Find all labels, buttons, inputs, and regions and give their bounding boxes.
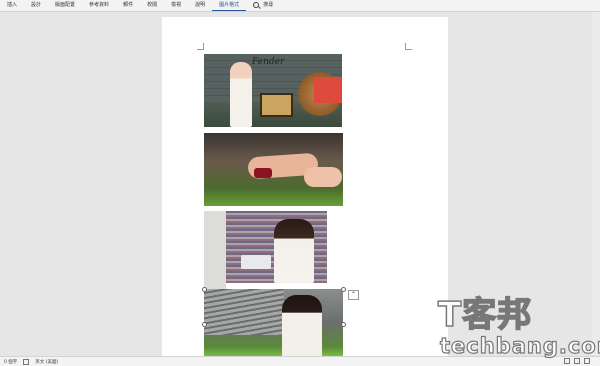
fitness-band bbox=[254, 168, 272, 178]
tab-design[interactable]: 設計 bbox=[24, 0, 48, 11]
page-corner-mark-right bbox=[405, 43, 412, 50]
wristband-photo[interactable] bbox=[204, 133, 343, 206]
tab-references[interactable]: 參考資料 bbox=[82, 0, 116, 11]
page-corner-mark-left bbox=[197, 43, 204, 50]
word-count[interactable]: 0 個字 bbox=[0, 359, 21, 365]
selection-handle[interactable] bbox=[202, 322, 207, 327]
search-label: 搜尋 bbox=[263, 2, 274, 8]
tab-help[interactable]: 說明 bbox=[188, 0, 212, 11]
watermark-en: techbang.com bbox=[439, 333, 600, 358]
fender-amp-photo[interactable]: Fender bbox=[204, 54, 342, 127]
layout-options-icon[interactable]: ⌃ bbox=[348, 290, 359, 300]
language-indicator[interactable]: 英文 (美國) bbox=[31, 359, 62, 365]
selection-handle[interactable] bbox=[341, 287, 346, 292]
woman-headphones-photo[interactable] bbox=[204, 289, 343, 357]
selection-handle[interactable] bbox=[341, 322, 346, 327]
tab-layout[interactable]: 版面配置 bbox=[48, 0, 82, 11]
search-tab[interactable]: 搜尋 bbox=[246, 0, 280, 11]
tab-review[interactable]: 校閱 bbox=[140, 0, 164, 11]
red-pillow bbox=[314, 77, 342, 103]
tab-mailings[interactable]: 郵件 bbox=[116, 0, 140, 11]
amplifier bbox=[260, 93, 293, 117]
photo-background-strip bbox=[204, 211, 226, 289]
search-icon bbox=[253, 1, 260, 8]
tab-picture-format[interactable]: 圖片格式 bbox=[212, 0, 247, 11]
tab-insert[interactable]: 插入 bbox=[0, 0, 24, 11]
model-figure bbox=[282, 295, 322, 357]
woman-tablet-photo[interactable] bbox=[226, 211, 327, 283]
model-figure bbox=[274, 219, 314, 283]
fender-logo: Fender bbox=[252, 57, 285, 67]
tablet-device bbox=[241, 255, 271, 269]
model-figure bbox=[230, 62, 252, 127]
tab-view[interactable]: 檢視 bbox=[164, 0, 188, 11]
hand bbox=[304, 167, 342, 187]
ribbon-tab-bar: 插入 設計 版面配置 參考資料 郵件 校閱 檢視 說明 圖片格式 搜尋 bbox=[0, 0, 600, 12]
document-page[interactable]: Fender bbox=[162, 17, 448, 357]
wooden-slats bbox=[204, 289, 284, 335]
techbang-watermark: T客邦 techbang.com bbox=[437, 295, 600, 362]
selection-handle[interactable] bbox=[202, 287, 207, 292]
watermark-cn: T客邦 bbox=[437, 295, 533, 335]
proofing-icon[interactable] bbox=[23, 358, 30, 365]
